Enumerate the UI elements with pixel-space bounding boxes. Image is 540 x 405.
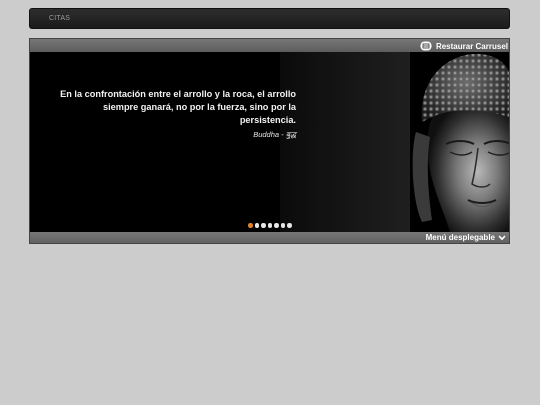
nav-item-citas[interactable]: CITAS xyxy=(49,15,70,22)
restore-carousel-button[interactable]: Restaurar Carrusel xyxy=(420,40,508,52)
carousel-dot[interactable] xyxy=(287,223,292,228)
carousel-dot[interactable] xyxy=(261,223,266,228)
carousel-dot[interactable] xyxy=(267,223,272,228)
carousel-dot[interactable] xyxy=(248,223,253,228)
carousel-dot[interactable] xyxy=(254,223,259,228)
carousel-footer: Menú desplegable xyxy=(30,232,509,243)
quote-text: En la confrontación entre el arrollo y l… xyxy=(60,89,296,125)
dropdown-menu-button[interactable]: Menú desplegable xyxy=(426,233,506,242)
restore-carousel-label: Restaurar Carrusel xyxy=(435,41,508,51)
buddha-statue-image xyxy=(410,52,509,232)
quote-carousel: Restaurar Carrusel En la confrontación e… xyxy=(29,38,510,244)
carousel-pagination xyxy=(248,223,292,228)
quote-block: En la confrontación entre el arrollo y l… xyxy=(58,88,296,140)
carousel-header: Restaurar Carrusel xyxy=(30,39,509,52)
minimize-box-icon xyxy=(420,41,432,51)
chevron-down-icon xyxy=(498,234,506,242)
carousel-slide[interactable]: En la confrontación entre el arrollo y l… xyxy=(30,52,509,232)
carousel-dot[interactable] xyxy=(280,223,285,228)
carousel-dot[interactable] xyxy=(274,223,279,228)
top-navigation-bar: CITAS xyxy=(29,8,510,29)
dropdown-menu-label: Menú desplegable xyxy=(425,233,495,242)
quote-author: Buddha - बुद्ध xyxy=(253,130,296,139)
